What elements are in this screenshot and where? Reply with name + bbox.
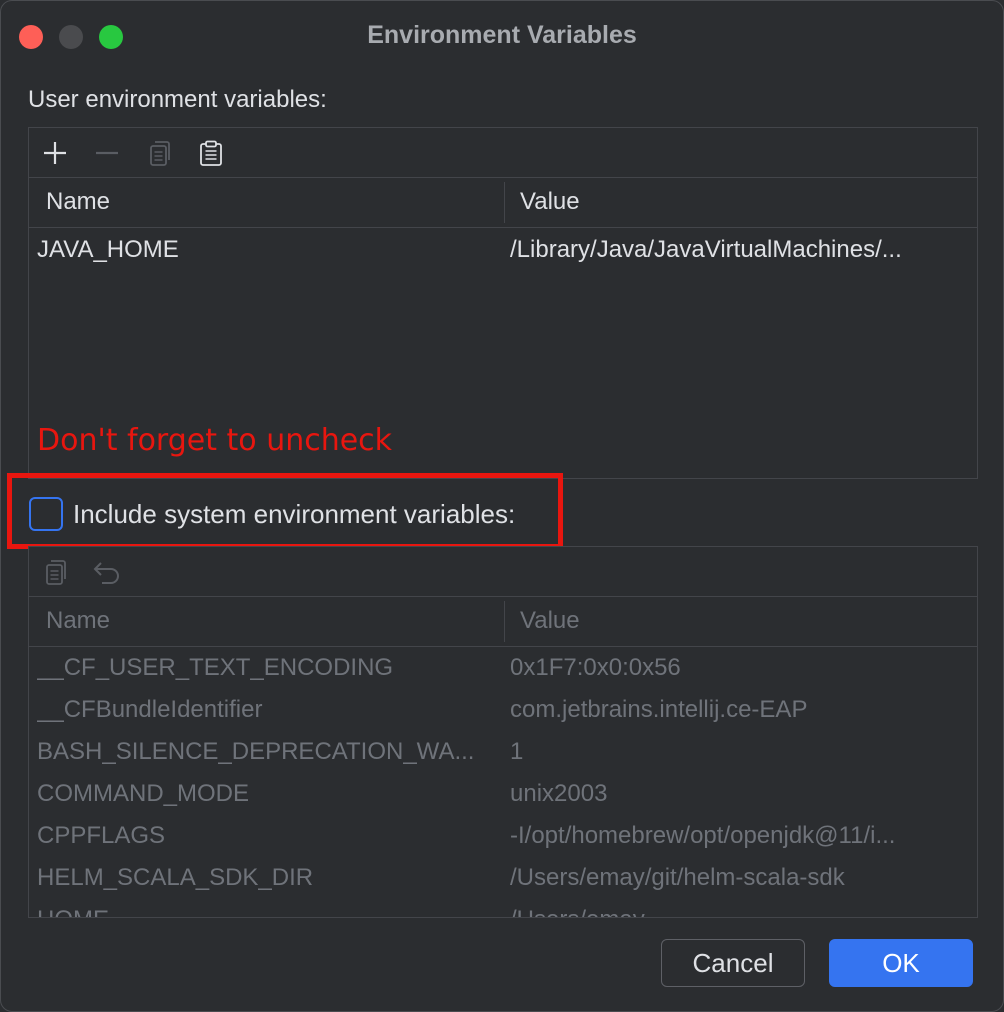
table-row: __CF_USER_TEXT_ENCODING 0x1F7:0x0:0x56	[29, 647, 977, 689]
variable-value-cell: /Library/Java/JavaVirtualMachines/...	[510, 236, 902, 263]
value-column-header: Value	[520, 607, 580, 634]
ok-button[interactable]: OK	[829, 939, 973, 987]
variable-name-cell: COMMAND_MODE	[37, 780, 250, 807]
variable-value-cell: 0x1F7:0x0:0x56	[510, 654, 681, 681]
add-icon[interactable]	[38, 136, 72, 170]
copy-icon[interactable]	[142, 136, 176, 170]
column-divider[interactable]	[504, 182, 505, 223]
variable-value-cell: unix2003	[510, 780, 608, 807]
environment-variables-dialog: Environment Variables User environment v…	[0, 0, 1004, 1012]
column-divider	[504, 601, 505, 642]
variable-value-cell: /Users/emay/git/helm-scala-sdk	[510, 864, 845, 891]
system-variables-toolbar	[29, 547, 977, 597]
table-row[interactable]: JAVA_HOME /Library/Java/JavaVirtualMachi…	[29, 229, 977, 271]
table-row: __CFBundleIdentifier com.jetbrains.intel…	[29, 689, 977, 731]
variable-name-cell: JAVA_HOME	[37, 236, 179, 263]
variable-name-cell: __CFBundleIdentifier	[37, 696, 263, 723]
user-variables-label: User environment variables:	[28, 86, 327, 113]
table-row: COMMAND_MODE unix2003	[29, 773, 977, 815]
cancel-button[interactable]: Cancel	[661, 939, 805, 987]
user-variables-toolbar	[29, 128, 977, 178]
variable-value-cell: -I/opt/homebrew/opt/openjdk@11/i...	[510, 822, 896, 849]
variable-value-cell: com.jetbrains.intellij.ce-EAP	[510, 696, 808, 723]
system-table-header: Name Value	[29, 597, 977, 647]
table-row: CPPFLAGS -I/opt/homebrew/opt/openjdk@11/…	[29, 815, 977, 857]
remove-icon[interactable]	[90, 136, 124, 170]
variable-name-cell: BASH_SILENCE_DEPRECATION_WA...	[37, 738, 475, 765]
copy-icon[interactable]	[38, 555, 72, 589]
paste-icon[interactable]	[194, 136, 228, 170]
table-row: HOME /Users/emay	[29, 899, 977, 917]
table-row: HELM_SCALA_SDK_DIR /Users/emay/git/helm-…	[29, 857, 977, 899]
dialog-title: Environment Variables	[367, 21, 637, 49]
variable-name-cell: __CF_USER_TEXT_ENCODING	[37, 654, 394, 681]
name-column-header: Name	[46, 607, 111, 634]
variable-name-cell: CPPFLAGS	[37, 822, 166, 849]
variable-name-cell: HELM_SCALA_SDK_DIR	[37, 864, 314, 891]
undo-icon[interactable]	[90, 555, 124, 589]
uncheck-reminder-annotation: Don't forget to uncheck	[37, 423, 393, 458]
value-column-header[interactable]: Value	[520, 178, 580, 226]
user-table-header: Name Value	[29, 178, 977, 228]
variable-name-cell: HOME	[37, 899, 497, 917]
system-variables-table: Name Value __CF_USER_TEXT_ENCODING 0x1F7…	[28, 546, 978, 918]
variable-value-cell: 1	[510, 738, 524, 765]
table-row: BASH_SILENCE_DEPRECATION_WA... 1	[29, 731, 977, 773]
highlight-box	[7, 473, 563, 549]
variable-value-cell: /Users/emay	[510, 899, 970, 917]
title-bar: Environment Variables	[1, 1, 1003, 71]
name-column-header[interactable]: Name	[46, 178, 110, 226]
